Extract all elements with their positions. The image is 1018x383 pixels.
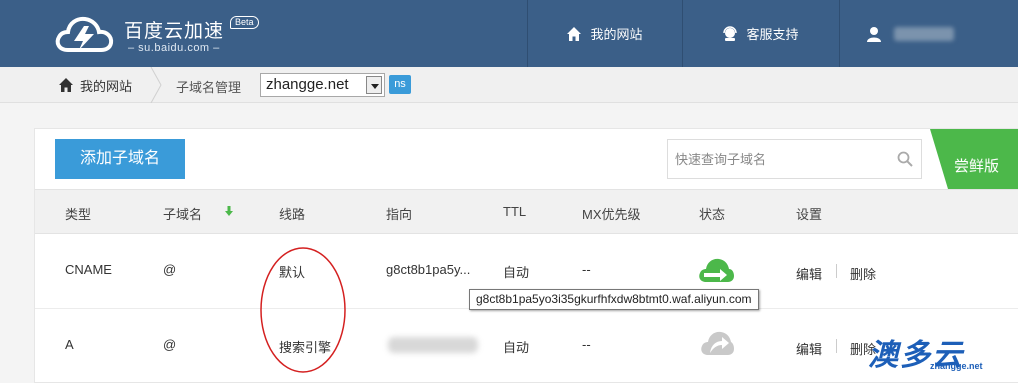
cloud-logo-icon	[55, 16, 114, 52]
beta-badge: Beta	[230, 16, 259, 29]
logo-subtitle: – su.baidu.com –	[128, 42, 220, 54]
chevron-right-icon	[150, 67, 162, 103]
add-subdomain-button[interactable]: 添加子域名	[55, 139, 185, 179]
record-ttl: 自动	[503, 340, 530, 355]
trial-ribbon-label: 尝鲜版	[954, 158, 1000, 175]
column-header-status: 状态	[699, 207, 726, 222]
edit-button[interactable]: 编辑	[796, 264, 822, 283]
record-ttl: 自动	[503, 265, 530, 280]
domain-select-value: zhangge.net	[266, 76, 349, 93]
table-header: 类型 子域名 线路 指向 TTL MX优先级 状态 设置	[35, 189, 1018, 234]
breadcrumb: 我的网站 子域名管理 zhangge.net ns	[0, 67, 1018, 103]
sort-down-icon[interactable]	[225, 206, 233, 216]
nav-my-sites-label: 我的网站	[590, 27, 643, 42]
edit-button[interactable]: 编辑	[796, 339, 822, 358]
record-mx: --	[582, 262, 591, 277]
action-divider	[836, 264, 837, 278]
ns-badge[interactable]: ns	[389, 75, 411, 94]
cloud-inactive-icon[interactable]	[700, 329, 734, 357]
column-header-subdomain[interactable]: 子域名	[163, 204, 202, 223]
watermark-sub: zhangge.net	[930, 361, 983, 371]
record-type: A	[65, 337, 74, 352]
top-navbar: 百度云加速 Beta – su.baidu.com – 我的网站 客服支持	[0, 0, 1018, 67]
delete-button[interactable]: 删除	[850, 264, 876, 283]
action-divider	[836, 339, 837, 353]
cloud-accelerated-icon[interactable]	[698, 256, 734, 284]
nav-support[interactable]: 客服支持	[682, 0, 838, 67]
breadcrumb-current: 子域名管理	[176, 80, 242, 95]
column-header-ttl: TTL	[503, 204, 527, 219]
nav-user-menu[interactable]	[839, 0, 1018, 67]
username-redacted	[894, 26, 954, 41]
search-box	[667, 139, 922, 179]
logo[interactable]: 百度云加速 Beta – su.baidu.com –	[54, 12, 264, 58]
column-header-settings: 设置	[796, 207, 823, 222]
home-icon	[59, 78, 73, 92]
user-icon	[867, 26, 881, 42]
column-header-type: 类型	[65, 207, 92, 222]
chevron-down-icon[interactable]	[366, 76, 382, 94]
nav-support-label: 客服支持	[746, 27, 799, 42]
column-header-line: 线路	[279, 207, 306, 222]
search-icon[interactable]	[897, 151, 913, 167]
nav-my-sites[interactable]: 我的网站	[527, 0, 681, 67]
target-tooltip: g8ct8b1pa5yo3i35gkurfhfxdw8btmt0.waf.ali…	[469, 289, 759, 310]
search-input[interactable]	[668, 140, 878, 178]
record-target[interactable]: g8ct8b1pa5y...	[386, 262, 470, 277]
breadcrumb-home-label: 我的网站	[80, 78, 133, 94]
column-header-target: 指向	[386, 207, 413, 222]
column-header-mx: MX优先级	[582, 207, 641, 222]
record-type: CNAME	[65, 262, 112, 277]
record-target-redacted	[388, 337, 478, 353]
support-icon	[723, 25, 738, 41]
record-mx: --	[582, 337, 591, 352]
logo-title: 百度云加速	[124, 20, 225, 42]
domain-select[interactable]: zhangge.net	[260, 73, 385, 97]
record-name: @	[163, 337, 177, 352]
annotation-ellipse	[260, 247, 346, 373]
home-icon	[567, 26, 582, 41]
breadcrumb-home[interactable]: 我的网站	[58, 67, 132, 103]
record-name: @	[163, 262, 177, 277]
